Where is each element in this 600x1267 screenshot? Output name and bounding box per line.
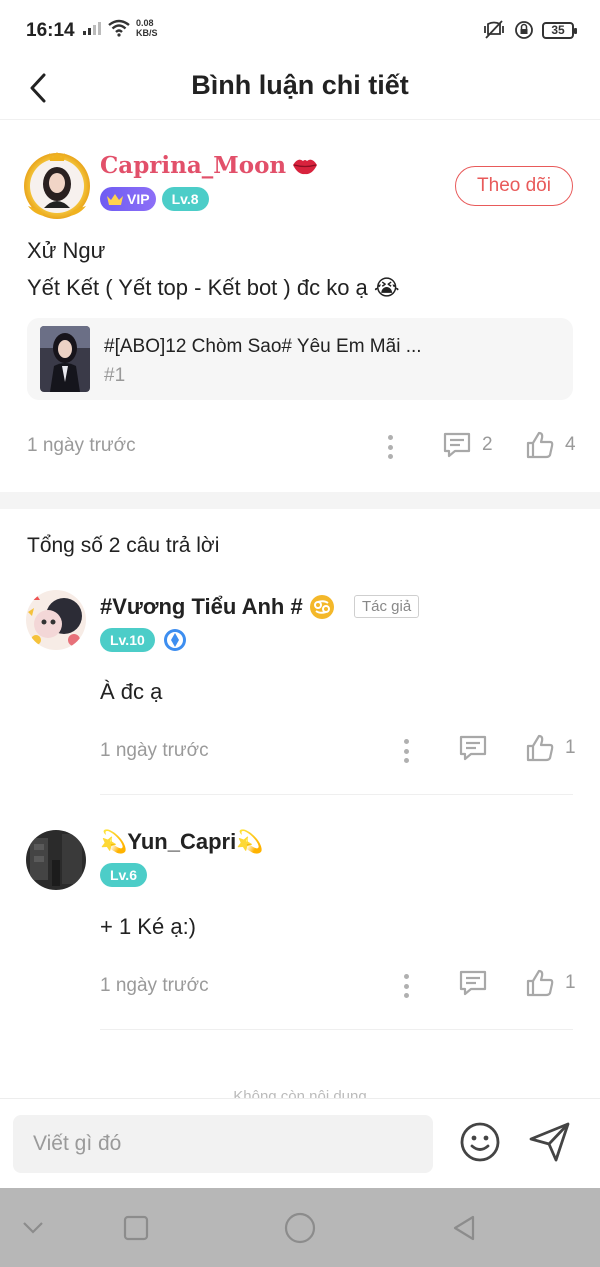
- reply-author-name[interactable]: #Vương Tiểu Anh #: [100, 594, 335, 620]
- story-cover-image: [40, 326, 90, 392]
- net-speed: 0.08 KB/S: [136, 18, 158, 38]
- dot: [403, 758, 409, 763]
- send-button[interactable]: [528, 1121, 572, 1163]
- post-time: 1 ngày trước: [27, 435, 136, 456]
- page-title: Bình luận chi tiết: [191, 70, 409, 100]
- wifi-icon: [108, 19, 130, 37]
- like-button[interactable]: 1: [525, 968, 576, 998]
- vip-label: VIP: [127, 191, 150, 207]
- cancer-zodiac-icon: [309, 595, 334, 619]
- reply-avatar[interactable]: [26, 590, 86, 650]
- emoji-button[interactable]: [459, 1121, 501, 1163]
- triangle-back-icon: [453, 1215, 475, 1241]
- follow-button[interactable]: Theo dõi: [455, 166, 573, 206]
- send-icon: [529, 1122, 570, 1162]
- comment-count: 2: [482, 434, 493, 455]
- like-count: 1: [565, 972, 576, 993]
- status-left-icons: 0.08 KB/S: [82, 18, 158, 38]
- reply-time: 1 ngày trước: [100, 740, 209, 761]
- dot: [403, 983, 409, 989]
- status-time: 16:14: [26, 20, 75, 41]
- level-badge: Lv.10: [100, 628, 155, 652]
- more-options-button[interactable]: [400, 971, 412, 1001]
- reply-badges: Lv.6: [100, 863, 147, 887]
- thumbs-up-icon: [526, 734, 554, 762]
- post-author-avatar[interactable]: [22, 150, 92, 220]
- replies-count-title: Tổng số 2 câu trả lời: [27, 534, 220, 557]
- crown-icon: [107, 194, 123, 205]
- level-badge: Lv.6: [100, 863, 147, 887]
- like-button[interactable]: 1: [525, 733, 576, 763]
- dot: [403, 739, 409, 744]
- linked-story-card[interactable]: #[ABO]12 Chòm Sao# Yêu Em Mãi ... #1: [27, 318, 573, 400]
- battery-indicator: 35: [542, 21, 577, 39]
- gem-icon: [163, 629, 186, 651]
- vibrate-icon: [484, 20, 504, 39]
- dot: [387, 454, 393, 459]
- nav-recents-button[interactable]: [118, 1210, 154, 1246]
- like-button[interactable]: 4: [525, 430, 576, 460]
- story-chapter: #1: [104, 365, 126, 386]
- like-count: 1: [565, 737, 576, 758]
- reply-badges: Lv.10: [100, 628, 187, 652]
- smiley-icon: [460, 1122, 500, 1162]
- nav-back-button[interactable]: [446, 1210, 482, 1246]
- chevron-down-icon: [23, 1222, 43, 1234]
- reply-author-name-text: #Vương Tiểu Anh #: [100, 594, 303, 619]
- dot: [403, 993, 409, 998]
- reply-text: + 1 Ké ạ:): [100, 914, 197, 939]
- dot: [403, 748, 409, 754]
- thumbs-up-icon: [526, 431, 554, 459]
- system-navigation-bar: [0, 1188, 600, 1267]
- comment-icon: [459, 970, 487, 996]
- vip-badge: VIP: [100, 187, 156, 211]
- more-options-button[interactable]: [384, 432, 396, 462]
- main-comment: Caprina_Moon VIP Lv.8 Theo dõi Xử Ngư Yế…: [0, 120, 600, 492]
- story-title: #[ABO]12 Chòm Sao# Yêu Em Mãi ...: [104, 336, 422, 357]
- comment-icon: [443, 432, 471, 458]
- dot: [387, 435, 393, 440]
- post-meta: 1 ngày trước 2 4: [0, 425, 600, 469]
- status-bar: 16:14 0.08 KB/S 35: [0, 0, 600, 60]
- reply-text: À đc ạ: [100, 679, 163, 704]
- square-icon: [123, 1215, 149, 1241]
- net-speed-value: 0.08: [136, 18, 154, 28]
- app-header: Bình luận chi tiết: [0, 60, 600, 120]
- comment-icon: [459, 735, 487, 761]
- reply-comment-button[interactable]: [458, 733, 488, 763]
- status-right-icons: 35: [482, 20, 577, 40]
- reply-comment-button[interactable]: [458, 968, 488, 998]
- signal-icon: [83, 22, 101, 35]
- thumbs-up-icon: [526, 969, 554, 997]
- section-divider: [0, 492, 600, 509]
- nav-home-button[interactable]: [282, 1210, 318, 1246]
- reply-divider: [100, 794, 573, 795]
- comment-composer: [0, 1098, 600, 1188]
- post-body-line-1: Xử Ngư: [27, 238, 106, 263]
- reply-divider: [100, 1029, 573, 1030]
- level-badge: Lv.8: [161, 187, 209, 211]
- post-author-badges: VIP Lv.8: [100, 187, 209, 211]
- net-speed-unit: KB/S: [136, 28, 158, 38]
- dot: [403, 974, 409, 979]
- reply-avatar[interactable]: [26, 830, 86, 890]
- post-author-name-text: Caprina_Moon: [100, 152, 287, 179]
- reply-author-name[interactable]: 💫Yun_Capri💫: [100, 829, 264, 855]
- like-count: 4: [565, 434, 576, 455]
- dot: [387, 444, 393, 450]
- reply-time: 1 ngày trước: [100, 975, 209, 996]
- comment-button[interactable]: 2: [442, 430, 493, 460]
- author-tag: Tác giả: [354, 595, 420, 618]
- lips-icon: [293, 159, 318, 174]
- post-author-name[interactable]: Caprina_Moon: [100, 152, 318, 179]
- nav-hide-button[interactable]: [15, 1210, 51, 1246]
- post-body: Xử Ngư Yết Kết ( Yết top - Kết bot ) đc …: [27, 232, 400, 306]
- post-body-line-2: Yết Kết ( Yết top - Kết bot ) đc ko ạ 😭: [27, 275, 400, 300]
- comment-input[interactable]: [13, 1115, 433, 1173]
- reply-item: 💫Yun_Capri💫 Lv.6 + 1 Ké ạ:) 1 ngày trước…: [0, 820, 600, 1030]
- rotation-lock-icon: [515, 21, 533, 39]
- reply-item: #Vương Tiểu Anh # Tác giả Lv.10 À đc ạ 1…: [0, 585, 600, 795]
- more-options-button[interactable]: [400, 736, 412, 766]
- circle-icon: [284, 1212, 316, 1244]
